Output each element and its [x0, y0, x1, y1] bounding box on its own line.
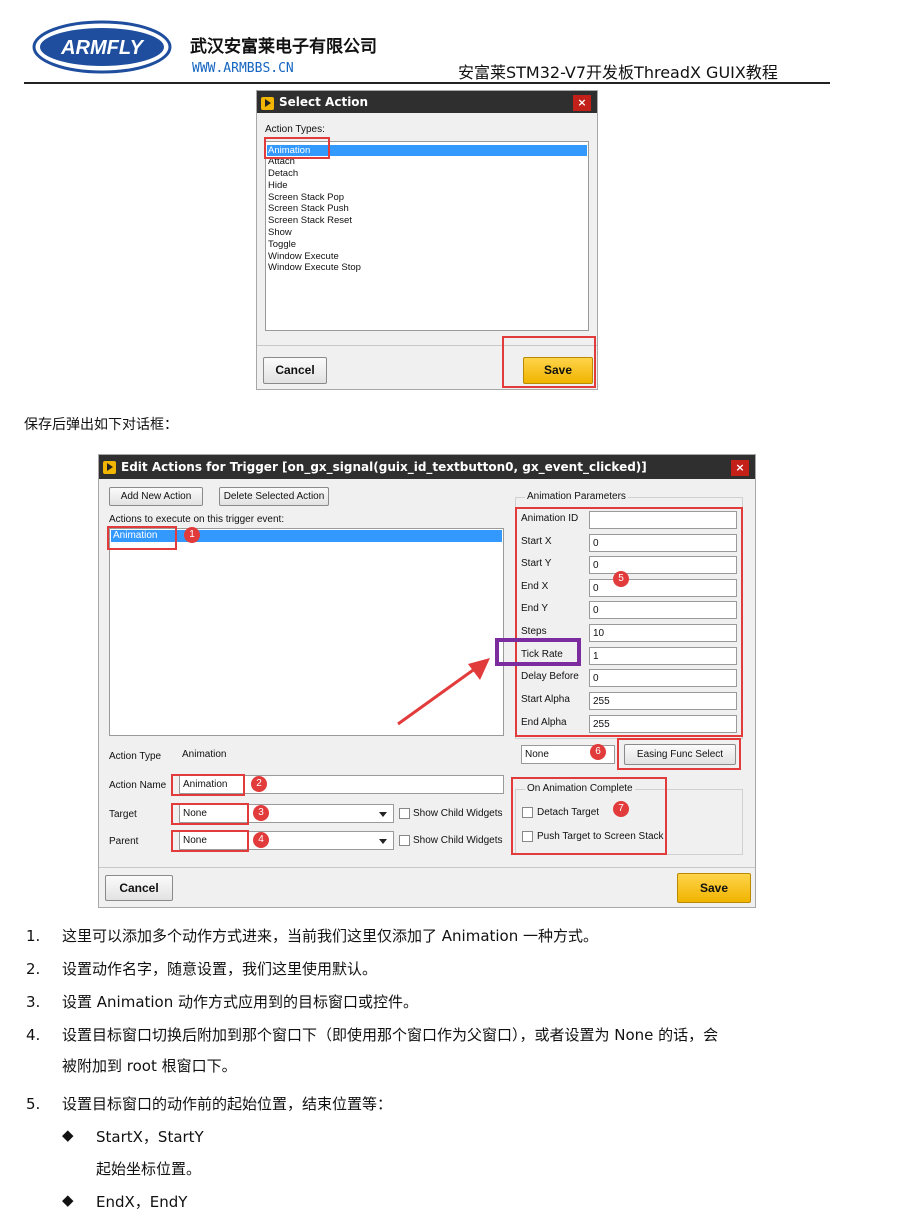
- list-item[interactable]: Window Execute Stop: [268, 262, 361, 273]
- list-item[interactable]: Screen Stack Reset: [268, 215, 352, 226]
- note-number: 2.: [26, 960, 41, 978]
- highlight-box: [171, 830, 249, 852]
- annotation-arrow: [397, 658, 490, 726]
- note-text: 设置目标窗口的动作前的起始位置，结束位置等：: [62, 1095, 393, 1113]
- highlight-box: [171, 774, 245, 796]
- actions-list-label: Actions to execute on this trigger event…: [109, 514, 285, 525]
- step-badge: 4: [253, 832, 269, 848]
- highlight-box: [171, 803, 249, 825]
- note-number: 1.: [26, 927, 41, 945]
- note-item: 1. 这里可以添加多个动作方式进来，当前我们这里仅添加了 Animation 一…: [26, 925, 846, 947]
- select-action-dialog: Select Action × Action Types: Animation …: [256, 90, 598, 390]
- note-item: 2. 设置动作名字，随意设置，我们这里使用默认。: [26, 958, 846, 980]
- list-item[interactable]: Detach: [268, 168, 298, 179]
- close-button[interactable]: ×: [731, 460, 749, 476]
- parent-label: Parent: [109, 836, 139, 847]
- list-item[interactable]: Hide: [268, 180, 288, 191]
- delete-action-button[interactable]: Delete Selected Action: [219, 487, 329, 506]
- close-button[interactable]: ×: [573, 95, 591, 111]
- highlight-box: [511, 777, 667, 855]
- step-badge: 6: [590, 744, 606, 760]
- sub-bullet-title: StartX，StartY: [96, 1128, 204, 1146]
- list-item[interactable]: Window Execute: [268, 251, 339, 262]
- dialog-title: Select Action: [279, 95, 369, 109]
- target-label: Target: [109, 809, 137, 820]
- highlight-box: [107, 526, 177, 550]
- show-child-widgets-checkbox[interactable]: [399, 835, 410, 846]
- company-name: 武汉安富莱电子有限公司: [190, 37, 377, 57]
- note-item: 5. 设置目标窗口的动作前的起始位置，结束位置等：: [26, 1093, 846, 1115]
- note-text: 设置目标窗口切换后附加到那个窗口下（即使用那个窗口作为父窗口），或者设置为 No…: [62, 1026, 719, 1044]
- highlight-box: [264, 137, 330, 159]
- logo-text: ARMFLY: [60, 37, 144, 59]
- highlight-box: [515, 507, 743, 737]
- list-item[interactable]: Screen Stack Pop: [268, 192, 344, 203]
- chevron-down-icon[interactable]: [379, 839, 387, 844]
- tick-rate-highlight: [495, 638, 581, 666]
- note-item: 4. 设置目标窗口切换后附加到那个窗口下（即使用那个窗口作为父窗口），或者设置为…: [26, 1024, 846, 1080]
- note-text: 设置 Animation 动作方式应用到的目标窗口或控件。: [62, 993, 419, 1011]
- document-title: 安富莱STM32-V7开发板ThreadX GUIX教程: [458, 63, 778, 82]
- note-item: 3. 设置 Animation 动作方式应用到的目标窗口或控件。: [26, 991, 846, 1013]
- chevron-down-icon[interactable]: [379, 812, 387, 817]
- cancel-button[interactable]: Cancel: [105, 875, 173, 901]
- step-badge: 5: [613, 571, 629, 587]
- step-badge: 2: [251, 776, 267, 792]
- highlight-box: [502, 336, 596, 388]
- action-types-label: Action Types:: [265, 124, 325, 135]
- show-child-widgets-checkbox[interactable]: [399, 808, 410, 819]
- step-badge: 1: [184, 527, 200, 543]
- note-text: 被附加到 root 根窗口下。: [62, 1057, 237, 1075]
- save-button[interactable]: Save: [677, 873, 751, 903]
- show-child-widgets-label: Show Child Widgets: [413, 808, 503, 819]
- cancel-button[interactable]: Cancel: [263, 357, 327, 384]
- note-text: 设置动作名字，随意设置，我们这里使用默认。: [62, 960, 378, 978]
- dialog-titlebar: Select Action ×: [257, 91, 597, 113]
- step-badge: 3: [253, 805, 269, 821]
- caption-text: 保存后弹出如下对话框：: [24, 417, 178, 433]
- action-type-label: Action Type: [109, 751, 162, 762]
- dialog-footer-divider: [99, 867, 755, 868]
- dialog-title: Edit Actions for Trigger [on_gx_signal(g…: [121, 460, 647, 474]
- highlight-box: [617, 738, 741, 770]
- armfly-logo: ARMFLY: [32, 20, 172, 74]
- list-item[interactable]: Screen Stack Push: [268, 203, 349, 214]
- sub-bullet-desc: 起始坐标位置。: [96, 1160, 202, 1178]
- note-number: 4.: [26, 1026, 41, 1044]
- show-child-widgets-label: Show Child Widgets: [413, 835, 503, 846]
- note-number: 5.: [26, 1095, 41, 1113]
- add-new-action-button[interactable]: Add New Action: [109, 487, 203, 506]
- list-item[interactable]: Toggle: [268, 239, 296, 250]
- note-number: 3.: [26, 993, 41, 1011]
- note-text: 这里可以添加多个动作方式进来，当前我们这里仅添加了 Animation 一种方式…: [62, 927, 599, 945]
- action-type-value: Animation: [179, 746, 504, 765]
- list-item[interactable]: Show: [268, 227, 292, 238]
- action-types-list[interactable]: Animation Attach Detach Hide Screen Stac…: [265, 141, 589, 331]
- action-name-label: Action Name: [109, 780, 167, 791]
- dialog-titlebar: Edit Actions for Trigger [on_gx_signal(g…: [99, 455, 755, 479]
- diamond-bullet-icon: ◆: [62, 1191, 74, 1209]
- company-url[interactable]: WWW.ARMBBS.CN: [192, 61, 294, 76]
- animation-parameters-title: Animation Parameters: [525, 491, 628, 502]
- diamond-bullet-icon: ◆: [62, 1126, 74, 1144]
- header-divider: [24, 82, 830, 84]
- play-icon: [261, 97, 274, 110]
- play-icon: [103, 461, 116, 474]
- sub-bullet-title: EndX，EndY: [96, 1193, 188, 1211]
